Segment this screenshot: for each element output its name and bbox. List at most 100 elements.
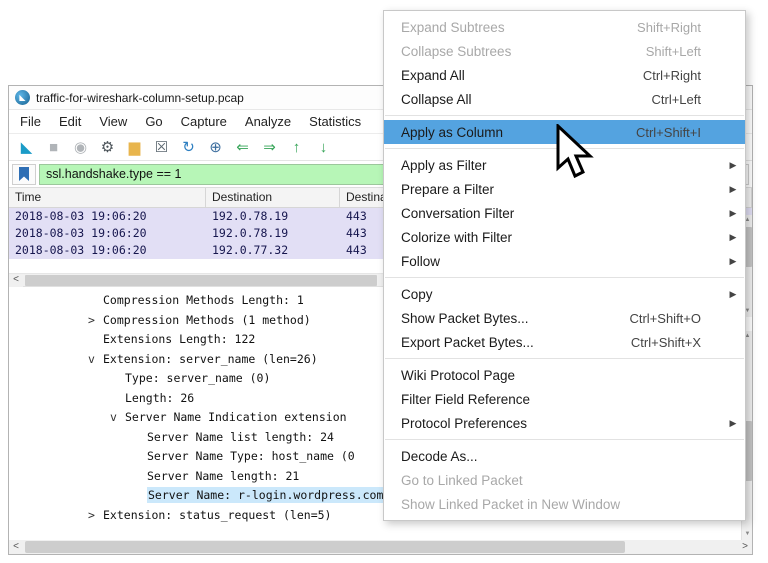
menu-capture[interactable]: Capture: [172, 111, 236, 132]
submenu-arrow-icon: ▶: [730, 208, 737, 219]
menu-item-protocol-preferences[interactable]: Protocol Preferences ▶: [384, 411, 745, 435]
menu-separator: [385, 358, 744, 359]
menu-item-label: Filter Field Reference: [401, 392, 701, 407]
go-forward-icon[interactable]: ⇒: [257, 137, 282, 158]
menu-item-conversation-filter[interactable]: Conversation Filter ▶: [384, 201, 745, 225]
field-text: Compression Methods Length: 1: [103, 293, 304, 307]
menu-item-collapse-all[interactable]: Collapse AllCtrl+Left: [384, 87, 745, 111]
collapsed-arrow-icon[interactable]: >: [88, 506, 95, 526]
menu-item-shortcut: Ctrl+Shift+O: [629, 311, 721, 326]
bookmark-icon: [19, 167, 29, 181]
menu-item-export-packet-bytes[interactable]: Export Packet Bytes...Ctrl+Shift+X: [384, 330, 745, 354]
field-text: Server Name list length: 24: [147, 430, 334, 444]
field-text: Length: 26: [125, 391, 194, 405]
menu-item-shortcut: Ctrl+Left: [652, 92, 722, 107]
packet-time: 2018-08-03 19:06:20: [9, 208, 206, 225]
field-text: Compression Methods (1 method): [103, 313, 311, 327]
collapsed-arrow-icon[interactable]: >: [88, 311, 95, 331]
column-header-time[interactable]: Time: [9, 188, 206, 207]
menu-item-label: Protocol Preferences: [401, 416, 701, 431]
menu-separator: [385, 148, 744, 149]
menu-file[interactable]: File: [11, 111, 50, 132]
menu-separator: [385, 277, 744, 278]
submenu-arrow-icon: ▶: [730, 160, 737, 171]
expanded-arrow-icon[interactable]: v: [88, 350, 95, 370]
wireshark-app-icon: ◣: [15, 90, 30, 105]
menu-item-label: Expand All: [401, 68, 643, 83]
menu-item-expand-all[interactable]: Expand AllCtrl+Right: [384, 63, 745, 87]
column-header-destination[interactable]: Destination: [206, 188, 340, 207]
menu-item-shortcut: Ctrl+Shift+I: [636, 125, 721, 140]
menu-item-label: Collapse All: [401, 92, 652, 107]
wireshark-fin-icon[interactable]: ◣: [14, 137, 39, 158]
menu-item-label: Show Linked Packet in New Window: [401, 497, 701, 512]
field-text: Extensions Length: 122: [103, 332, 255, 346]
menu-item-label: Conversation Filter: [401, 206, 701, 221]
menu-item-prepare-a-filter[interactable]: Prepare a Filter ▶: [384, 177, 745, 201]
field-text: Server Name Indication extension: [125, 410, 347, 424]
menu-item-label: Apply as Filter: [401, 158, 701, 173]
submenu-arrow-icon: ▶: [730, 289, 737, 300]
field-text: Extension: server_name (len=26): [103, 352, 318, 366]
menu-item-wiki-protocol-page[interactable]: Wiki Protocol Page: [384, 363, 745, 387]
packet-list-hscroll-thumb[interactable]: [25, 275, 377, 286]
menu-item-label: Wiki Protocol Page: [401, 368, 701, 383]
stop-capture-icon[interactable]: ■: [41, 137, 66, 158]
menu-item-label: Follow: [401, 254, 701, 269]
packet-destination: 192.0.78.19: [206, 208, 340, 225]
menu-item-apply-as-column[interactable]: Apply as ColumnCtrl+Shift+I: [384, 120, 745, 144]
menu-item-copy[interactable]: Copy ▶: [384, 282, 745, 306]
menu-item-label: Prepare a Filter: [401, 182, 701, 197]
menu-item-filter-field-reference[interactable]: Filter Field Reference: [384, 387, 745, 411]
restart-capture-icon[interactable]: ◉: [68, 137, 93, 158]
expanded-arrow-icon[interactable]: v: [110, 408, 117, 428]
capture-options-icon[interactable]: ⚙: [95, 137, 120, 158]
menu-item-shortcut: Ctrl+Right: [643, 68, 721, 83]
packet-time: 2018-08-03 19:06:20: [9, 242, 206, 259]
menu-statistics[interactable]: Statistics: [300, 111, 370, 132]
menu-item-label: Copy: [401, 287, 701, 302]
open-file-icon[interactable]: ▆: [122, 137, 147, 158]
menu-item-go-to-linked-packet: Go to Linked Packet: [384, 468, 745, 492]
menu-go[interactable]: Go: [136, 111, 171, 132]
scroll-left-icon[interactable]: <: [9, 540, 23, 554]
packet-destination: 192.0.78.19: [206, 225, 340, 242]
find-packet-icon[interactable]: ⊕: [203, 137, 228, 158]
menu-item-apply-as-filter[interactable]: Apply as Filter ▶: [384, 153, 745, 177]
context-menu: Expand SubtreesShift+RightCollapse Subtr…: [383, 10, 746, 521]
menu-item-collapse-subtrees: Collapse SubtreesShift+Left: [384, 39, 745, 63]
go-back-icon[interactable]: ⇐: [230, 137, 255, 158]
menu-item-expand-subtrees: Expand SubtreesShift+Right: [384, 15, 745, 39]
menu-separator: [385, 439, 744, 440]
menu-analyze[interactable]: Analyze: [236, 111, 300, 132]
go-last-icon[interactable]: ↓: [311, 137, 336, 158]
field-text: Server Name Type: host_name (0: [147, 449, 355, 463]
menu-item-label: Decode As...: [401, 449, 701, 464]
scroll-right-icon[interactable]: >: [738, 540, 752, 554]
menu-item-label: Go to Linked Packet: [401, 473, 701, 488]
menu-item-show-packet-bytes[interactable]: Show Packet Bytes...Ctrl+Shift+O: [384, 306, 745, 330]
menu-item-label: Apply as Column: [401, 125, 636, 140]
packet-time: 2018-08-03 19:06:20: [9, 225, 206, 242]
filter-bookmark-button[interactable]: [12, 164, 36, 185]
scroll-down-icon[interactable]: ▼: [742, 529, 753, 540]
menu-item-label: Expand Subtrees: [401, 20, 637, 35]
menu-separator: [385, 115, 744, 116]
details-hscrollbar[interactable]: < >: [9, 540, 752, 554]
menu-item-follow[interactable]: Follow▶: [384, 249, 745, 273]
menu-item-shortcut: Shift+Right: [637, 20, 721, 35]
field-text: Server Name length: 21: [147, 469, 299, 483]
menu-item-colorize-with-filter[interactable]: Colorize with Filter▶: [384, 225, 745, 249]
reload-icon[interactable]: ↻: [176, 137, 201, 158]
selected-field: Server Name: r-login.wordpress.com: [147, 487, 386, 503]
menu-view[interactable]: View: [90, 111, 136, 132]
submenu-arrow-icon: ▶: [730, 184, 737, 195]
details-hscroll-thumb[interactable]: [25, 541, 625, 553]
menu-item-label: Export Packet Bytes...: [401, 335, 631, 350]
go-first-icon[interactable]: ↑: [284, 137, 309, 158]
scroll-left-icon[interactable]: <: [9, 274, 23, 287]
menu-item-decode-as[interactable]: Decode As...: [384, 444, 745, 468]
menu-edit[interactable]: Edit: [50, 111, 90, 132]
submenu-arrow-icon: ▶: [730, 418, 737, 429]
close-file-icon[interactable]: ☒: [149, 137, 174, 158]
